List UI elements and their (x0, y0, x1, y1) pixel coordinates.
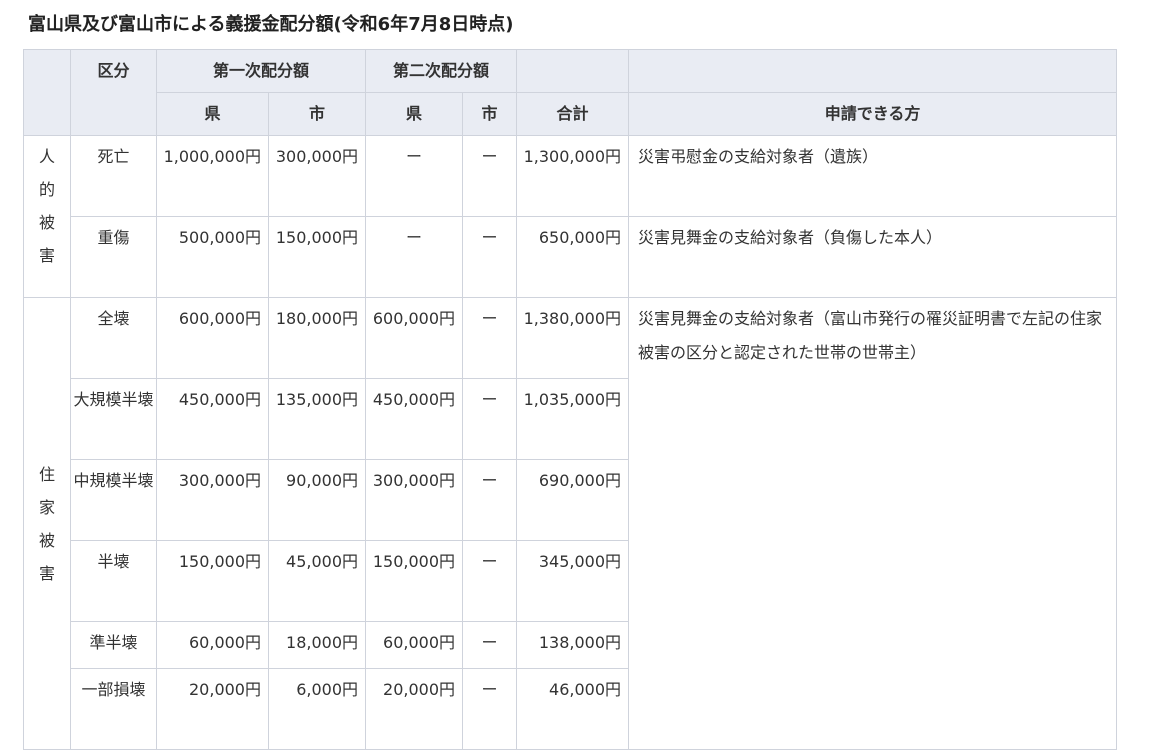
cell-pref-second: 300,000円 (365, 459, 464, 541)
cell-total: 345,000円 (516, 540, 630, 622)
cell-city-first: 18,000円 (267, 621, 367, 669)
page-title: 富山県及び富山市による義援金配分額(令和6年7月8日時点) (28, 14, 514, 35)
header-row-1: 区分 第一次配分額 第二次配分額 (23, 49, 1118, 136)
header-total: 合計 (516, 92, 630, 136)
header-applicant: 申請できる方 (628, 92, 1118, 136)
header-blank (516, 49, 630, 93)
header-blank-2 (628, 49, 1118, 93)
cell-city-second: ー (462, 378, 518, 460)
row-category: 中規模半壊 (70, 459, 157, 541)
cell-pref-second: 600,000円 (365, 297, 464, 379)
cell-city-first: 135,000円 (267, 378, 367, 460)
row-category: 準半壊 (70, 621, 157, 669)
row-category: 大規模半壊 (70, 378, 157, 460)
header-division: 区分 (70, 49, 157, 136)
cell-city-first: 300,000円 (267, 135, 367, 217)
cell-pref-first: 500,000円 (156, 216, 269, 298)
cell-pref-second: ー (365, 216, 464, 298)
header-corner (23, 49, 71, 136)
cell-pref-first: 300,000円 (156, 459, 269, 541)
cell-total: 1,035,000円 (516, 378, 630, 460)
cell-city-first: 45,000円 (267, 540, 367, 622)
cell-city-second: ー (462, 540, 518, 622)
header-row-2: 県 市 県 市 合計 申請できる方 (24, 92, 1118, 136)
header-pref-1: 県 (156, 92, 269, 136)
row-category: 重傷 (70, 216, 157, 298)
cell-pref-second: 450,000円 (365, 378, 464, 460)
cell-applicant: 災害弔慰金の支給対象者（遺族） (628, 135, 1118, 217)
cell-pref-second: 150,000円 (365, 540, 464, 622)
table-row: 住家被害 全壊 600,000円 180,000円 600,000円 ー 1,3… (23, 297, 1118, 750)
cell-total: 650,000円 (516, 216, 630, 298)
row-category: 全壊 (70, 297, 157, 379)
group-human-damage: 人的被害 (23, 135, 71, 298)
cell-city-first: 180,000円 (267, 297, 367, 379)
cell-pref-second: ー (365, 135, 464, 217)
cell-total: 1,380,000円 (516, 297, 630, 379)
table-row: 重傷 500,000円 150,000円 ー ー 650,000円 災害見舞金の… (24, 216, 1118, 298)
row-category: 半壊 (70, 540, 157, 622)
header-pref-2: 県 (365, 92, 464, 136)
cell-pref-second: 60,000円 (365, 621, 464, 669)
header-city-2: 市 (462, 92, 518, 136)
cell-total: 690,000円 (516, 459, 630, 541)
row-category: 死亡 (70, 135, 157, 217)
row-category: 一部損壊 (70, 668, 157, 750)
cell-applicant: 災害見舞金の支給対象者（負傷した本人） (628, 216, 1118, 298)
cell-pref-first: 60,000円 (156, 621, 269, 669)
cell-city-second: ー (462, 459, 518, 541)
header-second-allocation: 第二次配分額 (365, 49, 518, 93)
cell-city-first: 90,000円 (267, 459, 367, 541)
cell-total: 46,000円 (516, 668, 630, 750)
cell-pref-second: 20,000円 (365, 668, 464, 750)
cell-pref-first: 450,000円 (156, 378, 269, 460)
cell-city-second: ー (462, 668, 518, 750)
cell-applicant: 災害見舞金の支給対象者（富山市発行の罹災証明書で左記の住家被害の区分と認定された… (628, 297, 1118, 750)
cell-city-second: ー (462, 216, 518, 298)
allocation-table: 区分 第一次配分額 第二次配分額 県 市 県 市 合計 申請できる方 人的被害 … (23, 49, 1118, 750)
cell-city-second: ー (462, 621, 518, 669)
cell-total: 1,300,000円 (516, 135, 630, 217)
cell-pref-first: 150,000円 (156, 540, 269, 622)
cell-city-first: 6,000円 (267, 668, 367, 750)
group-house-damage: 住家被害 (23, 297, 71, 750)
cell-city-second: ー (462, 135, 518, 217)
header-first-allocation: 第一次配分額 (155, 49, 367, 93)
cell-city-first: 150,000円 (267, 216, 367, 298)
cell-total: 138,000円 (516, 621, 630, 669)
table-row: 人的被害 死亡 1,000,000円 300,000円 ー ー 1,300,00… (23, 135, 1118, 298)
cell-pref-first: 1,000,000円 (156, 135, 269, 217)
header-city-1: 市 (267, 92, 367, 136)
cell-city-second: ー (462, 297, 518, 379)
cell-pref-first: 600,000円 (156, 297, 269, 379)
cell-pref-first: 20,000円 (156, 668, 269, 750)
